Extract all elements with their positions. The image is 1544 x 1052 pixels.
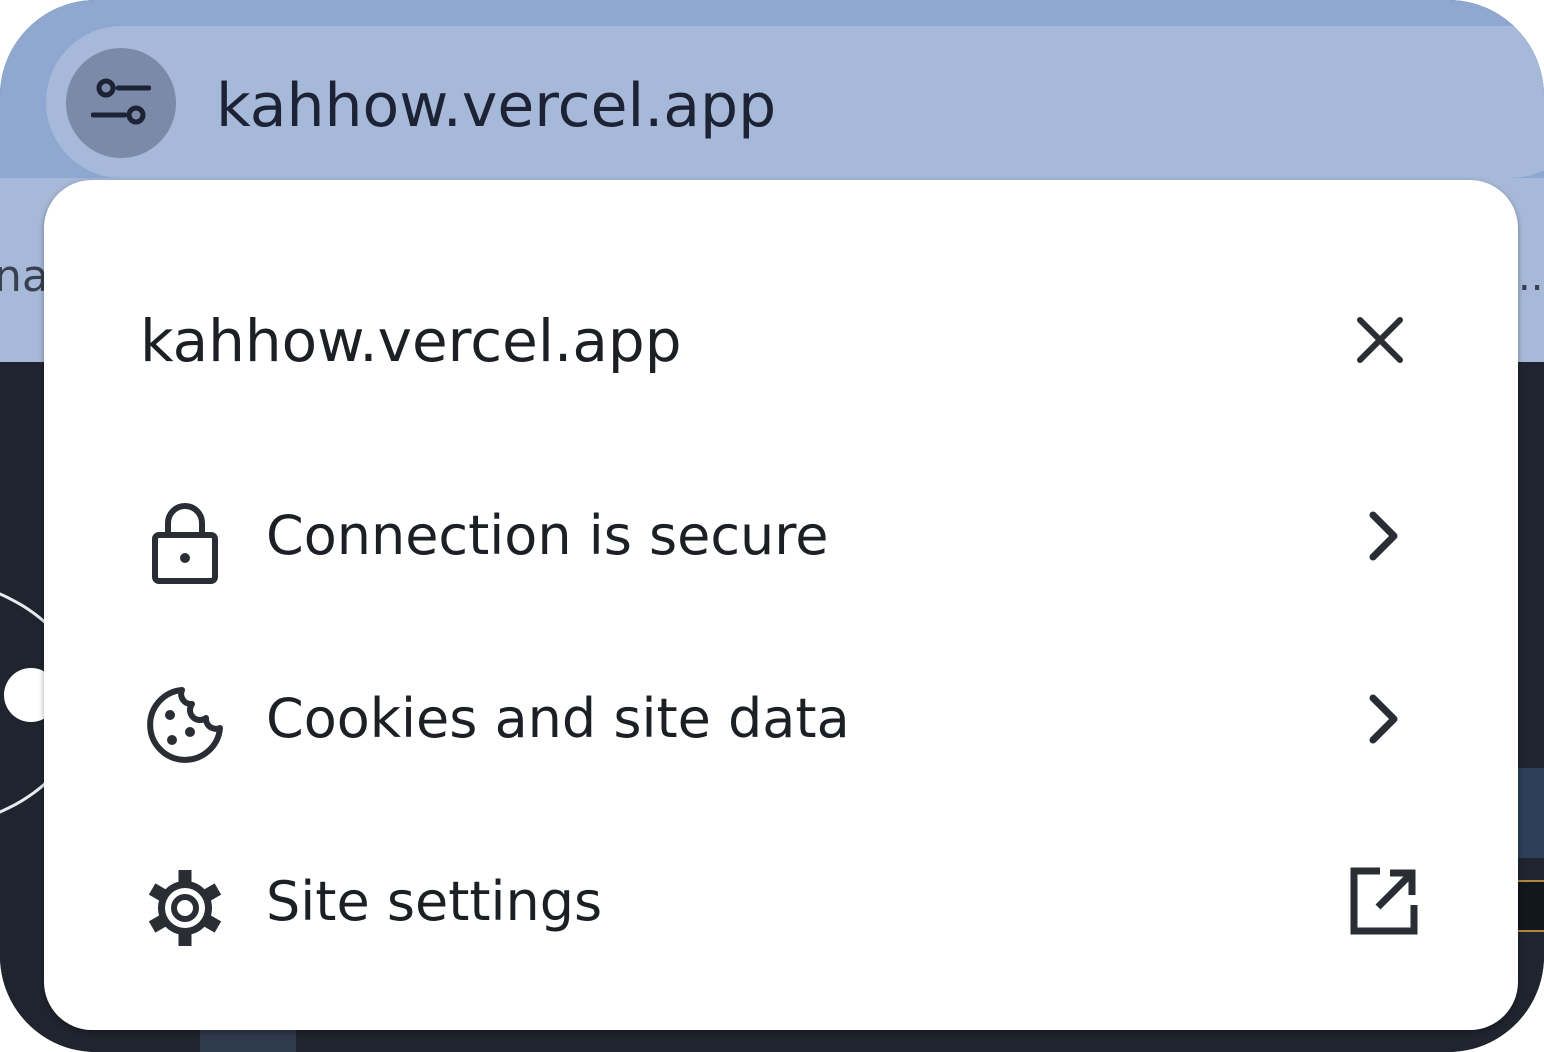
close-icon [1357,317,1403,363]
gear-icon [148,870,222,946]
site-settings-item[interactable]: Site settings [44,826,1518,976]
close-button[interactable] [1338,298,1422,382]
background-tab [200,1030,296,1052]
address-bar-url[interactable]: kahhow.vercel.app [216,66,776,146]
site-info-popup: kahhow.vercel.app Connection is secure C… [44,180,1518,1030]
background-panel [1516,768,1544,858]
tune-icon [91,78,151,125]
site-info-button[interactable] [66,48,176,158]
chevron-right-icon [1369,511,1398,561]
background-strip [1516,880,1544,932]
chevron-right-icon [1369,694,1398,744]
cookies-site-data-item[interactable]: Cookies and site data [44,643,1518,793]
connection-security-label: Connection is secure [266,504,829,567]
popup-title: kahhow.vercel.app [140,307,682,375]
connection-security-item[interactable]: Connection is secure [44,460,1518,610]
cookies-site-data-label: Cookies and site data [266,687,850,750]
cookie-icon [147,687,223,763]
lock-icon [152,503,218,584]
site-settings-label: Site settings [266,870,603,933]
browser-window: nat ... kahhow.vercel.app kahhow.vercel.… [0,0,1544,1052]
open-in-new-icon [1350,867,1418,935]
bookmark-overflow[interactable]: ... [1518,252,1544,302]
